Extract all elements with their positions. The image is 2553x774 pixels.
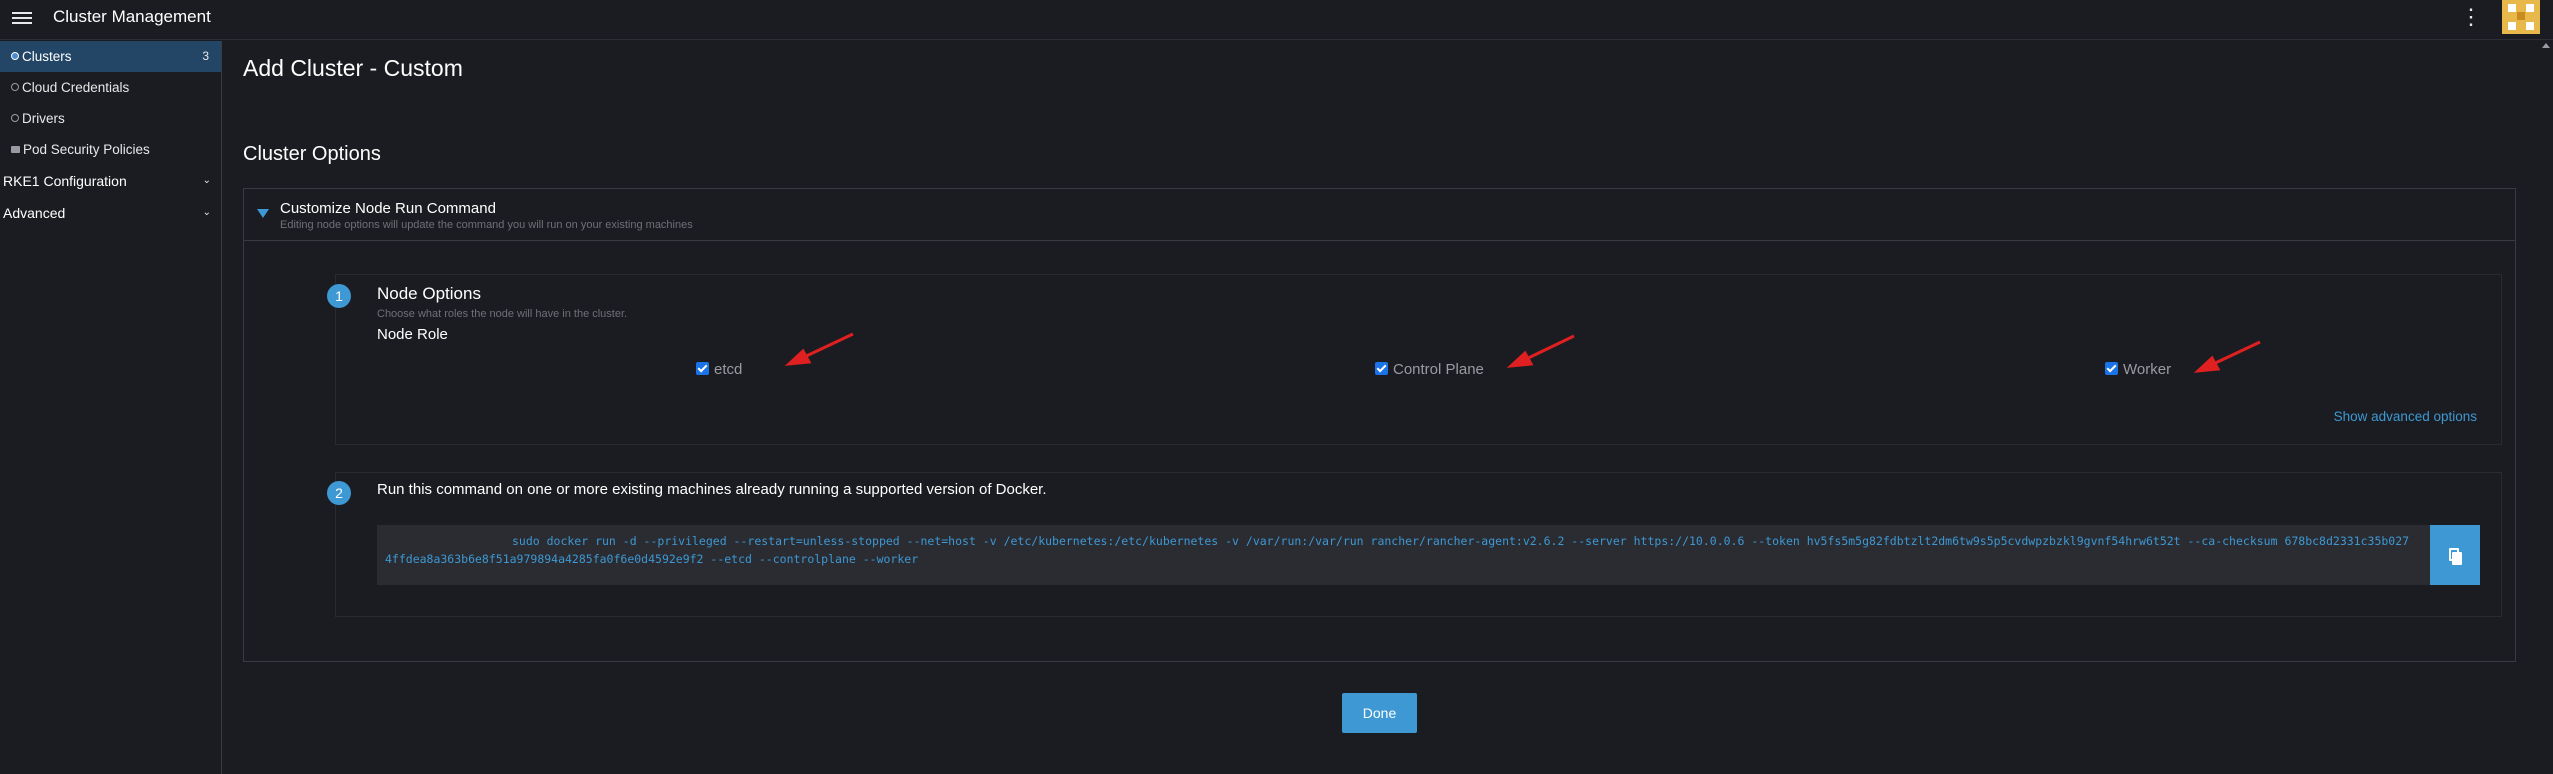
folder-icon bbox=[11, 145, 20, 153]
sidebar-item-cloud-credentials[interactable]: Cloud Credentials bbox=[0, 72, 221, 103]
section-title: Cluster Options bbox=[243, 143, 381, 165]
docker-command-text[interactable]: sudo docker run -d --privileged --restar… bbox=[385, 532, 2410, 568]
hamburger-icon[interactable] bbox=[12, 9, 32, 29]
done-button[interactable]: Done bbox=[1342, 693, 1417, 733]
top-bar: Cluster Management ⋮ bbox=[0, 0, 2553, 40]
chevron-down-icon: ⌄ bbox=[202, 207, 211, 218]
sidebar-item-drivers[interactable]: Drivers bbox=[0, 103, 221, 134]
step-number: 1 bbox=[327, 284, 351, 308]
sidebar-item-pod-security-policies[interactable]: Pod Security Policies bbox=[0, 134, 221, 165]
sidebar-item-label: Clusters bbox=[22, 49, 72, 64]
sidebar-item-label: Drivers bbox=[22, 111, 65, 126]
node-options-step: 1 Node Options Choose what roles the nod… bbox=[327, 274, 2502, 445]
control-plane-checkbox[interactable]: Control Plane bbox=[1375, 361, 1484, 378]
show-advanced-options-link[interactable]: Show advanced options bbox=[2334, 409, 2477, 424]
sidebar: Clusters 3 Cloud Credentials Drivers Pod… bbox=[0, 41, 222, 774]
caret-down-icon bbox=[257, 209, 269, 218]
accordion-title: Customize Node Run Command bbox=[280, 200, 496, 217]
worker-checkbox[interactable]: Worker bbox=[2105, 361, 2171, 378]
page-scrollbar[interactable] bbox=[2537, 41, 2553, 774]
checkbox-checked-icon[interactable] bbox=[1375, 361, 1388, 375]
cluster-count-badge: 3 bbox=[202, 49, 209, 63]
page-title: Add Cluster - Custom bbox=[243, 55, 463, 81]
checkbox-label: Worker bbox=[2123, 361, 2172, 378]
sidebar-group-rke1-configuration[interactable]: RKE1 Configuration ⌄ bbox=[0, 165, 221, 197]
copy-icon-front bbox=[2452, 552, 2462, 565]
customize-node-run-command-panel: Customize Node Run Command Editing node … bbox=[243, 188, 2516, 662]
step-number: 2 bbox=[327, 481, 351, 505]
checkbox-checked-icon[interactable] bbox=[2105, 361, 2118, 375]
checkbox-label: etcd bbox=[714, 361, 743, 378]
globe-icon bbox=[11, 83, 19, 92]
command-box: sudo docker run -d --privileged --restar… bbox=[377, 525, 2480, 585]
globe-icon bbox=[11, 52, 19, 61]
sidebar-group-label: Advanced bbox=[3, 205, 66, 221]
sidebar-group-label: RKE1 Configuration bbox=[3, 173, 127, 189]
accordion-subtitle: Editing node options will update the com… bbox=[280, 219, 693, 231]
step-title: Node Options bbox=[377, 284, 481, 303]
chevron-down-icon: ⌄ bbox=[202, 175, 211, 186]
kebab-icon[interactable]: ⋮ bbox=[2460, 4, 2482, 32]
scroll-up-icon[interactable] bbox=[2542, 43, 2550, 48]
sidebar-item-label: Pod Security Policies bbox=[23, 142, 150, 157]
etcd-checkbox[interactable]: etcd bbox=[696, 361, 742, 378]
run-command-step: 2 Run this command on one or more existi… bbox=[327, 472, 2502, 617]
step-subtitle: Choose what roles the node will have in … bbox=[377, 308, 628, 320]
sidebar-item-label: Cloud Credentials bbox=[22, 80, 130, 95]
node-role-label: Node Role bbox=[377, 326, 448, 343]
copy-button[interactable] bbox=[2430, 525, 2480, 585]
checkbox-label: Control Plane bbox=[1393, 361, 1484, 378]
globe-icon bbox=[11, 114, 19, 123]
avatar[interactable] bbox=[2502, 0, 2540, 34]
step-title: Run this command on one or more existing… bbox=[377, 481, 1047, 498]
accordion-header[interactable]: Customize Node Run Command Editing node … bbox=[244, 189, 2515, 241]
app-title: Cluster Management bbox=[53, 7, 211, 26]
sidebar-group-advanced[interactable]: Advanced ⌄ bbox=[0, 197, 221, 229]
sidebar-item-clusters[interactable]: Clusters 3 bbox=[0, 41, 221, 72]
checkbox-checked-icon[interactable] bbox=[696, 361, 709, 375]
